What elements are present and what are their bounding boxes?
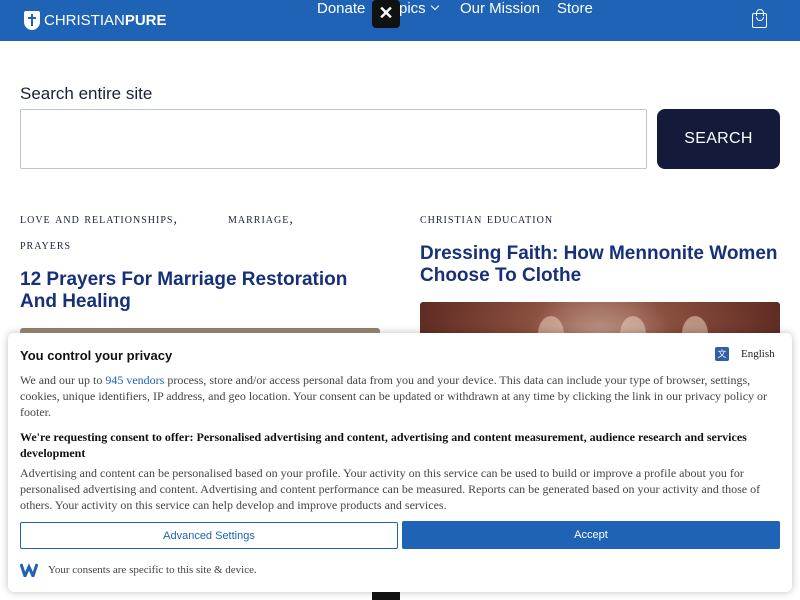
article-title[interactable]: 12 Prayers For Marriage Restoration And … (20, 269, 380, 313)
search-button[interactable]: SEARCH (657, 109, 780, 169)
brand-name-bold: PURE (124, 12, 167, 29)
bag-icon[interactable] (752, 9, 767, 28)
nav-donate[interactable]: Donate (317, 0, 365, 17)
close-button-peek[interactable] (372, 592, 400, 600)
category-label: marriage (228, 212, 290, 227)
language-selector[interactable]: 文 English (715, 347, 775, 361)
consent-footer: Your consents are specific to this site … (48, 564, 257, 576)
consent-provider-logo-icon (20, 563, 38, 577)
cross-shield-icon (24, 11, 40, 30)
consent-intro: We and our up to 945 vendors process, st… (20, 372, 782, 420)
privacy-consent-dialog: You control your privacy 文 English We an… (8, 333, 792, 592)
category-link[interactable]: marriage, (228, 212, 294, 228)
brand-name: CHRISTIANPURE (44, 12, 167, 29)
search-label: Search entire site (20, 84, 153, 103)
category-link[interactable]: love and relationships, (20, 212, 178, 228)
category-label: love and relationships (20, 212, 174, 227)
brand-name-light: CHRISTIAN (44, 12, 125, 29)
consent-title: You control your privacy (20, 348, 173, 363)
category-link[interactable]: prayers (20, 238, 71, 254)
site-header: CHRISTIANPURE Donate pics Our Mission St… (0, 0, 800, 41)
language-label: English (741, 348, 775, 360)
consent-purposes: We're requesting consent to offer: Perso… (20, 430, 747, 460)
nav-our-mission[interactable]: Our Mission (460, 0, 540, 17)
translate-icon: 文 (715, 347, 729, 361)
consent-details: Advertising and content can be personali… (20, 466, 761, 512)
search-input[interactable] (20, 109, 647, 169)
article-title[interactable]: Dressing Faith: How Mennonite Women Choo… (420, 243, 785, 287)
close-icon[interactable]: ✕ (372, 0, 400, 28)
site-logo[interactable]: CHRISTIANPURE (24, 10, 167, 31)
nav-store[interactable]: Store (557, 0, 593, 17)
vendors-link[interactable]: 945 vendors (105, 373, 164, 387)
category-link[interactable]: christian education (420, 212, 553, 228)
advanced-settings-button[interactable]: Advanced Settings (20, 522, 398, 549)
chevron-down-icon (430, 1, 439, 11)
consent-intro-start: We and our up to (20, 373, 106, 387)
nav-topics-label: pics (399, 0, 426, 17)
nav-topics[interactable]: pics (399, 0, 439, 17)
accept-button[interactable]: Accept (402, 521, 780, 549)
